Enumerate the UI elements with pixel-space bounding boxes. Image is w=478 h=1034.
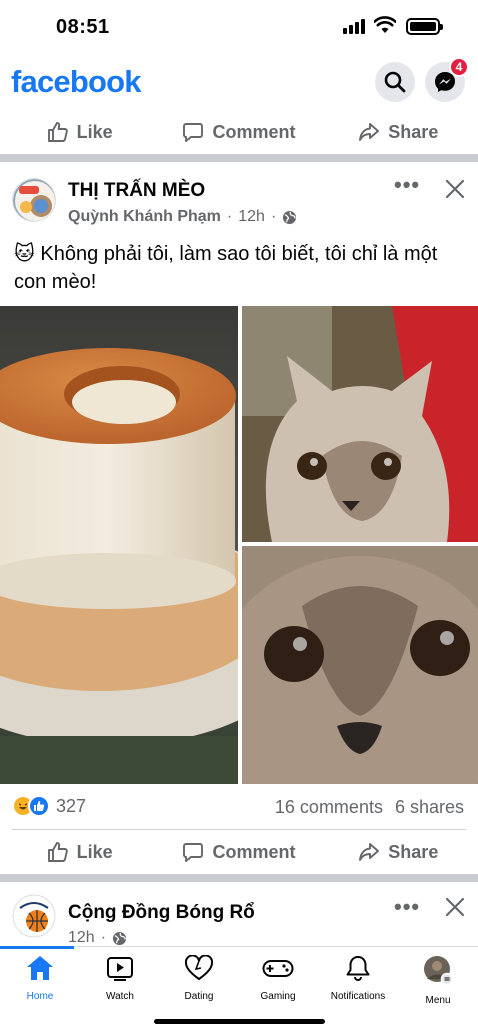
share-label: Share (388, 121, 439, 142)
shares-count[interactable]: 6 shares (395, 797, 464, 818)
reaction-emojis (12, 795, 50, 817)
close-icon[interactable] (444, 896, 466, 918)
share-button[interactable]: Share (319, 830, 478, 874)
comment-icon (183, 123, 204, 142)
basketball-logo-icon (12, 894, 56, 938)
comment-button[interactable]: Comment (159, 830, 318, 874)
like-reaction-icon (28, 795, 50, 817)
post-text: 🐱 Không phải tôi, làm sao tôi biết, tôi … (14, 243, 438, 293)
post-photo-cat-1[interactable] (242, 306, 478, 542)
post-meta: Quỳnh Khánh Phạm · 12h · (68, 208, 297, 226)
search-icon (384, 71, 406, 93)
next-post-time[interactable]: 12h (68, 929, 95, 947)
like-label: Like (76, 841, 113, 862)
tab-watch[interactable]: Watch (80, 955, 160, 1002)
tab-notifications-label: Notifications (330, 991, 386, 1002)
tab-notifications[interactable]: Notifications (318, 955, 398, 1002)
post-photo-cat-2[interactable] (242, 546, 478, 784)
comments-count[interactable]: 16 comments (275, 797, 383, 818)
globe-icon (283, 210, 297, 224)
messenger-badge: 4 (449, 57, 469, 77)
like-button[interactable]: Like (0, 110, 159, 154)
page-avatar[interactable] (12, 178, 56, 222)
bell-icon (346, 956, 370, 981)
like-button[interactable]: Like (0, 830, 159, 874)
cat-photo-1 (242, 306, 478, 542)
tab-gaming[interactable]: Gaming (238, 955, 318, 1002)
avatar-menu-icon (424, 956, 454, 985)
meta-dot: · (226, 208, 233, 225)
like-label: Like (76, 121, 113, 142)
share-button[interactable]: Share (319, 110, 478, 154)
more-options-button[interactable]: ••• (394, 172, 420, 198)
share-icon (359, 843, 380, 861)
battery-icon (406, 18, 443, 35)
heart-icon (185, 955, 213, 981)
tab-watch-label: Watch (106, 991, 134, 1002)
wifi-icon (374, 16, 396, 33)
tab-dating-label: Dating (184, 991, 214, 1002)
more-options-button[interactable]: ••• (394, 894, 420, 920)
facebook-logo[interactable]: facebook (11, 64, 142, 100)
app-header: facebook 4 (0, 56, 478, 108)
comment-button[interactable]: Comment (159, 110, 318, 154)
page-name[interactable]: THỊ TRẤN MÈO (68, 180, 205, 202)
engagement-counts: 16 comments 6 shares (275, 797, 464, 818)
reaction-count: 327 (56, 795, 87, 816)
post-actions: Like Comment Share (0, 830, 478, 874)
thumbs-up-icon (47, 842, 68, 862)
tab-menu[interactable]: Menu (398, 955, 478, 1006)
globe-icon (112, 931, 127, 945)
tab-dating[interactable]: Dating (159, 955, 239, 1002)
next-page-avatar[interactable] (12, 894, 56, 938)
tab-gaming-label: Gaming (260, 991, 296, 1002)
tab-menu-label: Menu (425, 995, 451, 1006)
flan-photo (0, 306, 238, 784)
post-photo-flan[interactable] (0, 306, 238, 784)
previous-post-actions: Like Comment Share (0, 110, 478, 154)
next-page-name[interactable]: Cộng Đồng Bóng Rổ (68, 902, 255, 924)
meta-dot: · (100, 929, 107, 946)
tab-home[interactable]: Home (0, 955, 80, 1002)
gamepad-icon (262, 960, 294, 977)
author-name[interactable]: Quỳnh Khánh Phạm (68, 208, 221, 226)
home-indicator (154, 1019, 325, 1024)
cellular-signal-icon (343, 19, 365, 34)
comment-label: Comment (212, 841, 296, 862)
feed-divider (0, 874, 478, 882)
feed-divider (0, 154, 478, 162)
comment-icon (183, 843, 204, 862)
cat-page-logo-icon (13, 179, 55, 221)
status-time: 08:51 (56, 16, 110, 38)
post-time[interactable]: 12h (238, 208, 265, 226)
comment-label: Comment (212, 121, 296, 142)
share-icon (359, 123, 380, 141)
share-label: Share (388, 841, 439, 862)
reactions-summary[interactable]: 327 (12, 795, 86, 817)
active-tab-indicator (0, 946, 74, 949)
next-post-meta: 12h · (68, 929, 127, 947)
meta-dot: · (270, 208, 277, 225)
search-button[interactable] (375, 62, 415, 102)
watch-icon (107, 957, 133, 981)
status-bar: 08:51 (0, 0, 478, 56)
home-icon (27, 956, 53, 980)
messenger-button[interactable]: 4 (425, 57, 469, 102)
tab-home-label: Home (26, 991, 54, 1002)
thumbs-up-icon (47, 122, 68, 142)
cat-photo-2 (242, 546, 478, 784)
close-icon[interactable] (444, 178, 466, 200)
